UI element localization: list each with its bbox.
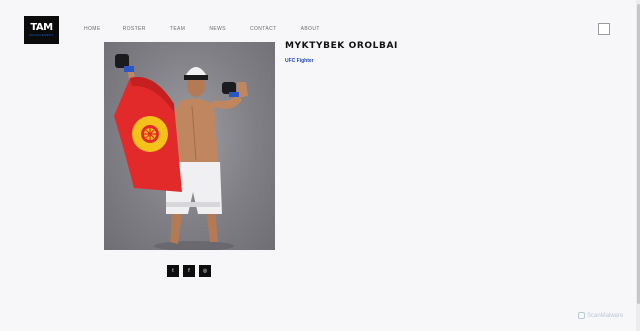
site-logo[interactable]: TAM MANAGEMENT: [24, 16, 59, 44]
fighter-photo: [104, 42, 275, 250]
nav-roster[interactable]: ROSTER: [123, 26, 146, 32]
instagram-icon: ◎: [202, 268, 208, 274]
watermark: ScanMalware: [578, 312, 623, 319]
twitter-icon: t: [172, 268, 174, 274]
menu-toggle-button[interactable]: [598, 23, 610, 35]
social-links: t f ◎: [167, 265, 215, 277]
main-nav: HOME ROSTER TEAM NEWS CONTACT ABOUT: [84, 26, 344, 32]
nav-team[interactable]: TEAM: [170, 26, 186, 32]
page-scrollbar[interactable]: [636, 0, 640, 331]
nav-home[interactable]: HOME: [84, 26, 101, 32]
nav-about[interactable]: ABOUT: [301, 26, 320, 32]
logo-subtext: MANAGEMENT: [29, 33, 54, 37]
fighter-title: UFC Fighter: [285, 58, 314, 64]
nav-news[interactable]: NEWS: [209, 26, 226, 32]
fighter-figure: [114, 54, 248, 250]
facebook-button[interactable]: f: [183, 265, 195, 277]
fighter-name: MYKTYBEK OROLBAI: [285, 41, 398, 51]
instagram-button[interactable]: ◎: [199, 265, 211, 277]
page: TAM MANAGEMENT HOME ROSTER TEAM NEWS CON…: [0, 0, 640, 331]
watermark-icon: [578, 312, 585, 319]
logo-text: TAM: [30, 22, 53, 33]
nav-contact[interactable]: CONTACT: [250, 26, 277, 32]
facebook-icon: f: [188, 268, 190, 274]
watermark-text: ScanMalware: [587, 312, 624, 319]
twitter-button[interactable]: t: [167, 265, 179, 277]
